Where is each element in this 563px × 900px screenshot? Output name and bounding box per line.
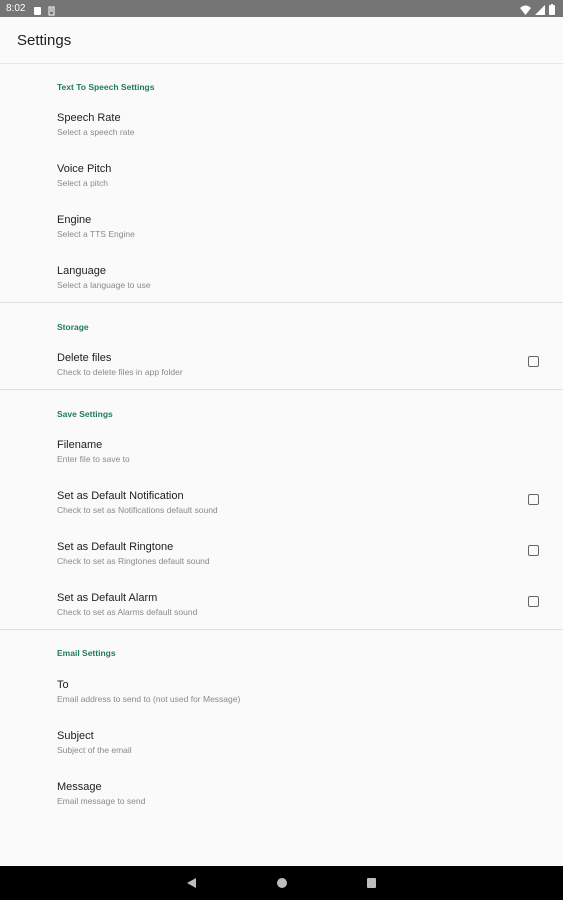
pref-email-subject[interactable]: Subject Subject of the email [0,730,563,781]
pref-title: Speech Rate [57,112,121,124]
pref-email-message[interactable]: Message Email message to send [0,781,563,832]
default-notification-checkbox[interactable] [528,494,539,505]
pref-title: Message [57,781,102,793]
pref-summary: Enter file to save to [57,454,130,464]
pref-summary: Select a speech rate [57,127,135,137]
pref-title: Set as Default Notification [57,490,184,502]
pref-language[interactable]: Language Select a language to use [0,265,563,316]
navigation-bar [0,866,563,900]
pref-title: Subject [57,730,94,742]
section-header-storage: Storage [57,322,89,332]
pref-summary: Select a pitch [57,178,109,188]
pref-engine[interactable]: Engine Select a TTS Engine [0,214,563,265]
pref-summary: Email message to send [57,796,146,806]
pref-summary: Check to set as Alarms default sound [57,607,198,617]
pref-summary: Select a TTS Engine [57,229,135,239]
back-icon[interactable] [186,876,197,894]
app-bar: Settings [0,17,563,64]
pref-summary: Check to set as Ringtones default sound [57,556,210,566]
pref-title: Filename [57,439,103,451]
pref-email-to[interactable]: To Email address to send to (not used fo… [0,679,563,730]
pref-title: Voice Pitch [57,163,112,175]
default-ringtone-checkbox[interactable] [528,545,539,556]
pref-title: Set as Default Alarm [57,592,158,604]
pref-title: Engine [57,214,92,226]
divider [0,389,563,390]
divider [0,629,563,630]
pref-summary: Check to delete files in app folder [57,367,183,377]
default-alarm-checkbox[interactable] [528,596,539,607]
pref-title: Delete files [57,352,112,364]
pref-voice-pitch[interactable]: Voice Pitch Select a pitch [0,163,563,214]
divider [0,302,563,303]
recents-icon[interactable] [366,876,377,894]
status-time: 8:02 [6,3,26,14]
pref-title: Set as Default Ringtone [57,541,174,553]
pref-default-notification[interactable]: Set as Default Notification Check to set… [0,490,563,541]
pref-summary: Check to set as Notifications default so… [57,505,218,515]
pref-filename[interactable]: Filename Enter file to save to [0,439,563,490]
home-icon[interactable] [276,876,288,894]
section-header-tts: Text To Speech Settings [57,82,155,92]
pref-summary: Email address to send to (not used for M… [57,694,241,704]
pref-title: To [57,679,69,691]
pref-default-ringtone[interactable]: Set as Default Ringtone Check to set as … [0,541,563,592]
pref-summary: Subject of the email [57,745,132,755]
status-bar: 8:02 [0,0,563,17]
pref-default-alarm[interactable]: Set as Default Alarm Check to set as Ala… [0,592,563,643]
pref-summary: Select a language to use [57,280,151,290]
pref-title: Language [57,265,106,277]
section-header-email: Email Settings [57,648,116,658]
pref-delete-files[interactable]: Delete files Check to delete files in ap… [0,352,563,403]
page-title: Settings [17,32,72,49]
section-header-save: Save Settings [57,409,113,419]
delete-files-checkbox[interactable] [528,356,539,367]
pref-speech-rate[interactable]: Speech Rate Select a speech rate [0,112,563,163]
